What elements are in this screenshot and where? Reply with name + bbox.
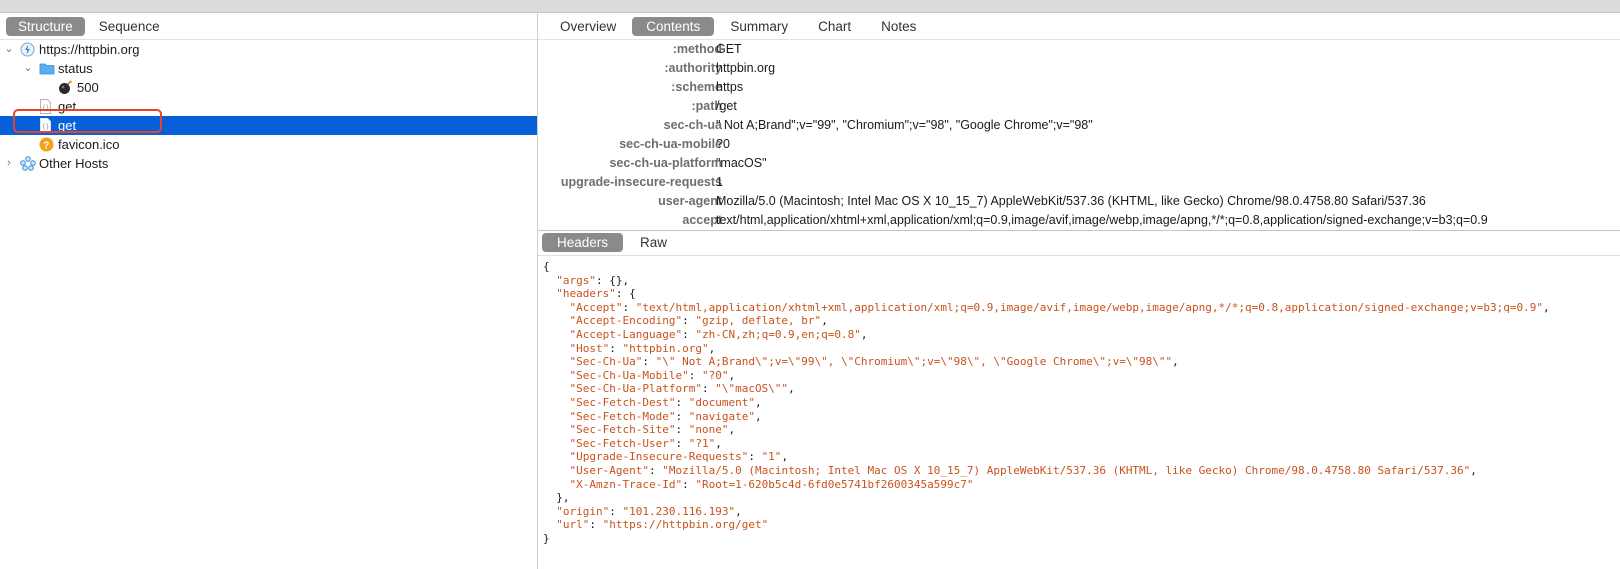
- header-value: text/html,application/xhtml+xml,applicat…: [716, 213, 1488, 227]
- code-line: "Sec-Fetch-Site": "none",: [569, 423, 736, 437]
- lightning-globe-icon: [20, 42, 35, 57]
- header-value: " Not A;Brand";v="99", "Chromium";v="98"…: [716, 118, 1093, 132]
- tab-contents[interactable]: Contents: [632, 17, 715, 36]
- code-line: "Sec-Ch-Ua": "\" Not A;Brand\";v=\"99\",…: [569, 355, 1179, 369]
- header-row[interactable]: user-agent Mozilla/5.0 (Macintosh; Intel …: [538, 192, 1620, 211]
- tab-headers[interactable]: Headers: [542, 233, 624, 252]
- header-key: sec-ch-ua-platform: [609, 156, 722, 170]
- code-line: "headers": {: [556, 287, 636, 301]
- code-line: {: [543, 260, 550, 273]
- code-line: "Upgrade-Insecure-Requests": "1",: [569, 450, 789, 464]
- annotation-highlight-box: [13, 109, 162, 133]
- code-line: "Sec-Fetch-Dest": "document",: [569, 395, 762, 409]
- request-headers-table: :method GET :authority httpbin.org :scheme…: [538, 40, 1620, 230]
- tree-item-label: favicon.ico: [58, 137, 120, 152]
- header-key: sec-ch-ua-mobile: [619, 137, 722, 151]
- tree-item-label: Other Hosts: [39, 156, 109, 171]
- header-value: 1: [716, 175, 723, 189]
- tab-chart[interactable]: Chart: [804, 17, 865, 36]
- tree-item-request[interactable]: 500: [0, 78, 537, 97]
- question-icon: ?: [39, 137, 54, 152]
- tab-notes[interactable]: Notes: [867, 17, 930, 36]
- folder-icon: [39, 61, 55, 76]
- code-line: "url": "https://httpbin.org/get": [556, 518, 769, 532]
- header-row[interactable]: sec-ch-ua-platform "macOS": [538, 154, 1620, 173]
- header-row[interactable]: :path/get: [538, 97, 1620, 116]
- header-key: sec-ch-ua: [663, 118, 722, 132]
- header-row[interactable]: :scheme https: [538, 78, 1620, 97]
- header-row[interactable]: upgrade-insecure-requests 1: [538, 173, 1620, 192]
- header-key: :authority: [664, 61, 722, 75]
- window-titlebar: [0, 0, 1620, 13]
- code-line: "Sec-Ch-Ua-Mobile": "?0",: [569, 368, 736, 382]
- header-value: ?0: [716, 137, 730, 151]
- header-value: "macOS": [716, 156, 767, 170]
- tree-item-label: status: [58, 61, 93, 76]
- tab-sequence[interactable]: Sequence: [87, 17, 172, 36]
- tab-overview[interactable]: Overview: [546, 17, 630, 36]
- divider: [538, 255, 1620, 256]
- code-line: "Sec-Ch-Ua-Platform": "\"macOS\"",: [569, 382, 795, 396]
- header-key: :method: [672, 42, 722, 56]
- header-row[interactable]: accept text/html,application/xhtml+xml,ap…: [538, 211, 1620, 230]
- tree-item-folder[interactable]: ⌄ status: [0, 59, 537, 78]
- code-line: "args": {},: [556, 273, 630, 287]
- header-key: user-agent: [658, 194, 722, 208]
- tab-raw[interactable]: Raw: [625, 233, 682, 252]
- code-line: "Host": "httpbin.org",: [569, 341, 716, 355]
- chevron-down-icon[interactable]: ⌄: [22, 59, 34, 78]
- pane-splitter[interactable]: [538, 230, 1620, 231]
- tree-item-other-hosts[interactable]: › Other Hosts: [0, 154, 537, 173]
- code-line: "Sec-Fetch-User": "?1",: [569, 436, 722, 450]
- code-line: },: [543, 491, 570, 505]
- header-value: GET: [716, 42, 742, 56]
- header-key: upgrade-insecure-requests: [560, 175, 722, 189]
- structure-pane: Structure Sequence ⌄ https://httpbin.org…: [0, 13, 538, 569]
- header-row[interactable]: sec-ch-ua-mobile ?0: [538, 135, 1620, 154]
- cloud-network-icon: [20, 156, 36, 171]
- tree-item-label: https://httpbin.org: [39, 42, 140, 57]
- header-row[interactable]: sec-ch-ua " Not A;Brand";v="99", "Chromiu…: [538, 116, 1620, 135]
- code-line: "Accept-Language": "zh-CN,zh;q=0.9,en;q=…: [569, 327, 868, 341]
- header-value: https: [716, 80, 744, 94]
- tree-item-host[interactable]: ⌄ https://httpbin.org: [0, 40, 537, 59]
- code-line: "Sec-Fetch-Mode": "navigate",: [569, 409, 762, 423]
- code-line: "X-Amzn-Trace-Id": "Root=1-620b5c4d-6fd0…: [569, 477, 974, 491]
- svg-text:?: ?: [43, 141, 49, 152]
- view-mode-segmented-control: Structure Sequence: [6, 17, 172, 36]
- tree-item-label: 500: [77, 80, 99, 95]
- response-body-json[interactable]: { "args": {}, "headers": { "Accept": "te…: [543, 260, 1620, 545]
- code-line: }: [543, 531, 550, 545]
- header-value: Mozilla/5.0 (Macintosh; Intel Mac OS X 1…: [716, 194, 1426, 208]
- header-row[interactable]: :authority httpbin.org: [538, 59, 1620, 78]
- header-value: /get: [716, 99, 737, 113]
- tree-item-request[interactable]: ? favicon.ico: [0, 135, 537, 154]
- code-line: "User-Agent": "Mozilla/5.0 (Macintosh; I…: [569, 463, 1477, 477]
- response-tabs: Headers Raw: [542, 233, 684, 252]
- code-line: "Accept": "text/html,application/xhtml+x…: [569, 300, 1550, 314]
- header-row[interactable]: :method GET: [538, 40, 1620, 59]
- detail-tabs: Overview Contents Summary Chart Notes: [538, 17, 932, 36]
- chevron-right-icon[interactable]: ›: [3, 154, 15, 173]
- header-value: httpbin.org: [716, 61, 776, 75]
- detail-pane: Overview Contents Summary Chart Notes :m…: [538, 13, 1620, 569]
- bomb-icon: [58, 80, 73, 95]
- tab-structure[interactable]: Structure: [6, 17, 85, 36]
- chevron-down-icon[interactable]: ⌄: [3, 40, 15, 59]
- header-key: :scheme: [671, 80, 722, 94]
- code-line: "Accept-Encoding": "gzip, deflate, br",: [569, 314, 828, 328]
- code-line: "origin": "101.230.116.193",: [556, 504, 742, 518]
- host-tree: ⌄ https://httpbin.org ⌄ status 500 {} ge…: [0, 40, 537, 173]
- tab-summary[interactable]: Summary: [716, 17, 802, 36]
